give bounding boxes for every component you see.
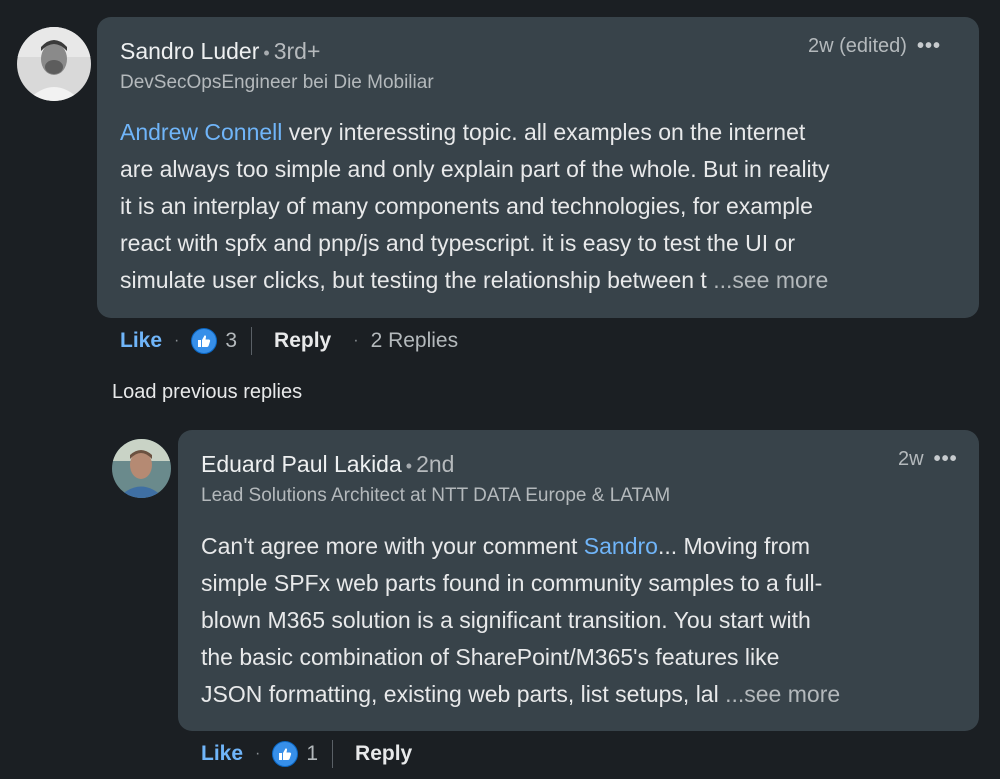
more-options-icon[interactable]: ••• bbox=[917, 35, 941, 58]
timestamp: 2w bbox=[898, 448, 924, 470]
reply-body: Can't agree more with your comment Sandr… bbox=[201, 528, 840, 713]
comment-author-line: Sandro Luder • 3rd+ bbox=[120, 38, 320, 65]
like-count[interactable]: 1 bbox=[306, 742, 318, 766]
comment-actions: Like · 3 Reply · 2 Replies bbox=[120, 327, 458, 355]
like-reaction-icon[interactable] bbox=[191, 328, 218, 354]
body-line: simple SPFx web parts found in community… bbox=[201, 570, 823, 596]
divider bbox=[251, 327, 253, 355]
see-more-link[interactable]: ...see more bbox=[713, 267, 828, 293]
dot-separator: · bbox=[353, 332, 359, 349]
replies-count[interactable]: 2 Replies bbox=[371, 329, 459, 353]
author-headline: Lead Solutions Architect at NTT DATA Eur… bbox=[201, 485, 671, 506]
author-name[interactable]: Eduard Paul Lakida bbox=[201, 451, 402, 477]
body-line: simulate user clicks, but testing the re… bbox=[120, 267, 829, 293]
dot-separator: • bbox=[263, 43, 270, 63]
comment-body: Andrew Connell very interessting topic. … bbox=[120, 114, 830, 299]
reply-actions: Like · 1 Reply bbox=[201, 740, 412, 768]
load-previous-replies-link[interactable]: Load previous replies bbox=[112, 381, 302, 404]
dot-separator: · bbox=[255, 745, 261, 762]
comment-meta: 2w (edited) ••• bbox=[808, 35, 941, 58]
connection-degree: 3rd+ bbox=[273, 38, 321, 64]
dot-separator: · bbox=[174, 332, 180, 349]
body-line: JSON formatting, existing web parts, lis… bbox=[201, 681, 841, 707]
body-line: it is an interplay of many components an… bbox=[120, 193, 813, 219]
timestamp: 2w (edited) bbox=[808, 35, 907, 57]
profile-photo bbox=[112, 439, 171, 498]
see-more-link[interactable]: ...see more bbox=[725, 681, 840, 707]
avatar-sandro-luder[interactable] bbox=[17, 27, 91, 101]
like-button[interactable]: Like bbox=[201, 742, 243, 766]
reply-meta: 2w ••• bbox=[898, 448, 958, 471]
body-line: Can't agree more with your comment Sandr… bbox=[201, 533, 811, 559]
author-headline: DevSecOpsEngineer bei Die Mobiliar bbox=[120, 72, 434, 93]
reply-button[interactable]: Reply bbox=[355, 742, 412, 766]
body-line: react with spfx and pnp/js and typescrip… bbox=[120, 230, 795, 256]
body-line: Andrew Connell very interessting topic. … bbox=[120, 119, 806, 145]
author-name[interactable]: Sandro Luder bbox=[120, 38, 259, 64]
like-reaction-icon[interactable] bbox=[272, 741, 299, 767]
mention-link[interactable]: Andrew Connell bbox=[120, 119, 282, 145]
more-options-icon[interactable]: ••• bbox=[934, 448, 958, 471]
avatar-eduard-paul-lakida[interactable] bbox=[112, 439, 171, 498]
reply-button[interactable]: Reply bbox=[274, 329, 331, 353]
body-line: are always too simple and only explain p… bbox=[120, 156, 830, 182]
like-button[interactable]: Like bbox=[120, 329, 162, 353]
like-count[interactable]: 3 bbox=[225, 329, 237, 353]
reply-author-line: Eduard Paul Lakida • 2nd bbox=[201, 451, 454, 478]
divider bbox=[332, 740, 334, 768]
profile-photo bbox=[17, 27, 91, 101]
connection-degree: 2nd bbox=[416, 451, 455, 477]
body-line: blown M365 solution is a significant tra… bbox=[201, 607, 811, 633]
body-line: the basic combination of SharePoint/M365… bbox=[201, 644, 780, 670]
dot-separator: • bbox=[405, 456, 413, 476]
mention-link[interactable]: Sandro bbox=[584, 533, 658, 559]
